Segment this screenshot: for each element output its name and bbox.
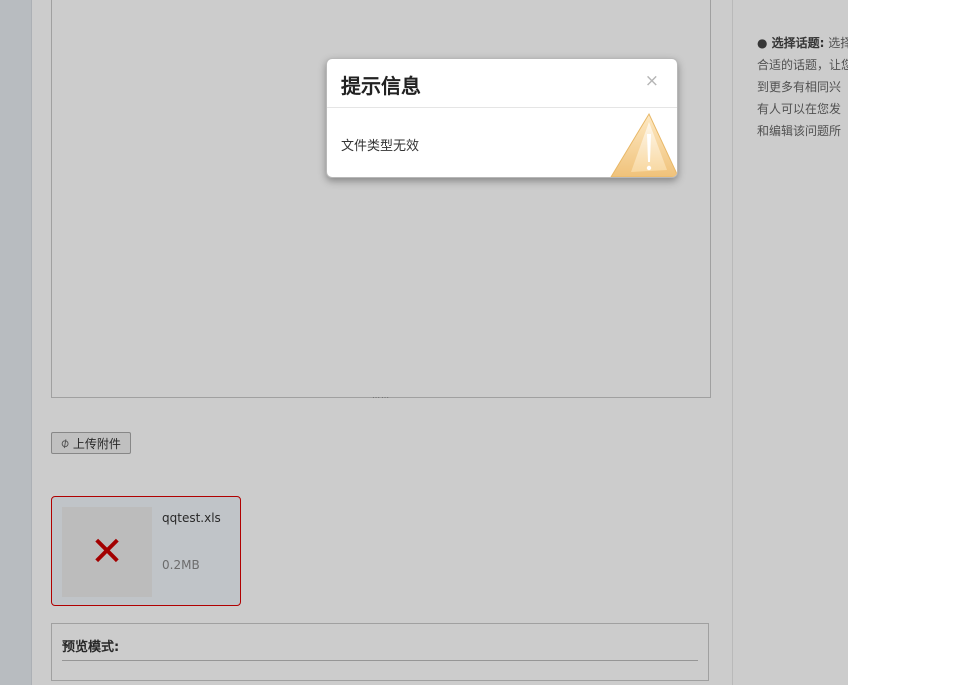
- warning-triangle-icon: [610, 112, 677, 177]
- dialog-title: 提示信息: [341, 74, 421, 98]
- close-icon[interactable]: ×: [645, 71, 659, 91]
- alert-dialog: 提示信息 × 文件类型无效: [326, 58, 678, 178]
- dialog-message: 文件类型无效: [341, 139, 420, 154]
- dialog-header: 提示信息 ×: [327, 59, 677, 108]
